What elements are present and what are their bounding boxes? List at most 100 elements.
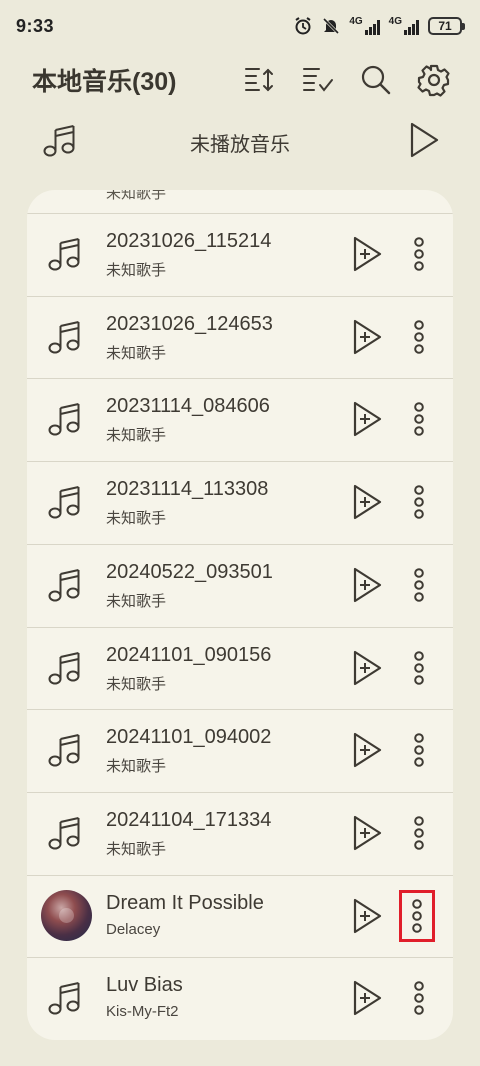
list-item[interactable]: 20231114_113308 未知歌手 [27, 461, 453, 543]
song-artist: 未知歌手 [106, 510, 167, 528]
list-item[interactable]: 20241104_171334 未知歌手 [27, 791, 453, 874]
song-artist: 未知歌手 [106, 675, 167, 693]
more-options-button[interactable] [408, 979, 430, 1017]
network-2-label: 4G [388, 16, 402, 27]
more-vertical-icon [414, 733, 424, 767]
play-next-icon [353, 319, 382, 354]
more-vertical-icon [414, 816, 424, 850]
add-to-queue-button[interactable] [351, 979, 383, 1022]
more-vertical-icon [414, 485, 424, 519]
divider [27, 791, 453, 793]
status-icons: 4G 4G 71 [293, 16, 465, 36]
list-item[interactable]: 20241101_094002 未知歌手 [27, 709, 453, 791]
mute-bell-icon [321, 16, 341, 36]
add-to-queue-button[interactable] [351, 566, 383, 609]
play-next-icon [353, 898, 382, 933]
more-vertical-icon [414, 981, 424, 1016]
song-artist: 未知歌手 [106, 758, 167, 776]
play-next-icon [353, 402, 382, 437]
checklist-icon [303, 68, 333, 92]
add-to-queue-button[interactable] [351, 483, 383, 526]
more-vertical-icon [414, 402, 424, 437]
list-item[interactable]: 20231026_115214 未知歌手 [27, 213, 453, 295]
play-next-icon [353, 484, 382, 520]
play-icon [410, 122, 439, 158]
add-to-queue-button[interactable] [351, 897, 383, 940]
music-note-icon [47, 979, 83, 1022]
song-title: 20231114_084606 [106, 395, 270, 418]
song-title: 20231026_115214 [106, 230, 272, 252]
more-vertical-icon [414, 567, 424, 602]
more-options-button[interactable] [408, 483, 430, 521]
song-title: 20241104_171334 [106, 808, 272, 831]
music-note-icon [47, 483, 83, 526]
song-title: 20240522_093501 [106, 560, 273, 583]
list-item[interactable]: 20240522_093501 未知歌手 [27, 543, 453, 626]
sort-button[interactable] [242, 62, 278, 98]
list-item[interactable]: 20231114_084606 未知歌手 [27, 378, 453, 460]
signal-1-icon: 4G [349, 17, 380, 35]
album-cover [41, 889, 92, 941]
music-note-icon [47, 649, 83, 692]
network-1-label: 4G [349, 16, 363, 27]
more-options-button[interactable] [408, 649, 430, 687]
music-note-icon [47, 731, 83, 774]
play-all-button[interactable] [408, 121, 440, 164]
divider [27, 626, 453, 628]
header: 本地音乐(30) [0, 55, 480, 105]
song-artist: 未知歌手 [106, 344, 167, 362]
search-icon [361, 65, 391, 95]
more-options-button[interactable] [408, 235, 430, 273]
status-bar: 9:33 4G 4G 71 [0, 0, 480, 52]
song-artist: 未知歌手 [106, 840, 167, 858]
song-artist: Kis-My-Ft2 [106, 1003, 179, 1021]
divider [27, 709, 453, 711]
partial-artist: 未知歌手 [106, 190, 167, 202]
list-item[interactable]: Dream It Possible Delacey [27, 874, 453, 957]
add-to-queue-button[interactable] [351, 235, 383, 278]
song-title: 20241101_090156 [106, 643, 272, 666]
add-to-queue-button[interactable] [351, 400, 383, 443]
settings-button[interactable] [416, 62, 452, 98]
list-item[interactable]: Luv Bias Kis-My-Ft2 [27, 957, 453, 1039]
song-artist: Delacey [106, 920, 161, 938]
header-actions [242, 62, 452, 98]
list-item[interactable]: 20231026_124653 未知歌手 [27, 295, 453, 378]
battery-level: 71 [438, 19, 452, 33]
divider [27, 213, 453, 214]
list-item[interactable]: 20241101_090156 未知歌手 [27, 626, 453, 709]
status-time: 9:33 [16, 15, 55, 36]
add-to-queue-button[interactable] [351, 814, 383, 857]
more-options-button[interactable] [408, 318, 430, 356]
play-next-icon [353, 650, 382, 685]
battery-icon: 71 [428, 17, 465, 35]
more-options-button[interactable] [408, 814, 430, 852]
divider [27, 874, 453, 876]
play-next-icon [353, 981, 382, 1016]
search-button[interactable] [358, 62, 394, 98]
more-options-button[interactable] [408, 566, 430, 604]
more-vertical-icon [414, 650, 424, 685]
add-to-queue-button[interactable] [351, 318, 383, 361]
song-title: 20231026_124653 [106, 312, 273, 335]
divider [27, 378, 453, 380]
more-options-button[interactable] [408, 400, 430, 438]
play-next-icon [353, 236, 382, 272]
more-options-button[interactable] [399, 889, 435, 942]
song-artist: 未知歌手 [106, 592, 167, 610]
divider [27, 543, 453, 545]
add-to-queue-button[interactable] [351, 649, 383, 692]
song-artist: 未知歌手 [106, 262, 167, 279]
play-next-icon [353, 567, 382, 602]
song-title: Luv Bias [106, 974, 183, 997]
play-next-icon [353, 733, 382, 768]
music-note-icon [47, 400, 83, 443]
add-to-queue-button[interactable] [351, 731, 383, 774]
more-options-button[interactable] [408, 731, 430, 769]
more-vertical-icon [414, 237, 424, 271]
multi-select-button[interactable] [300, 62, 336, 98]
more-vertical-icon [412, 898, 422, 933]
music-note-icon [47, 566, 83, 609]
unplayed-music-row[interactable]: 未播放音乐 [0, 115, 480, 165]
song-list[interactable]: 未知歌手 20231026_115214 未知歌手 20231026_12465… [27, 190, 453, 1040]
